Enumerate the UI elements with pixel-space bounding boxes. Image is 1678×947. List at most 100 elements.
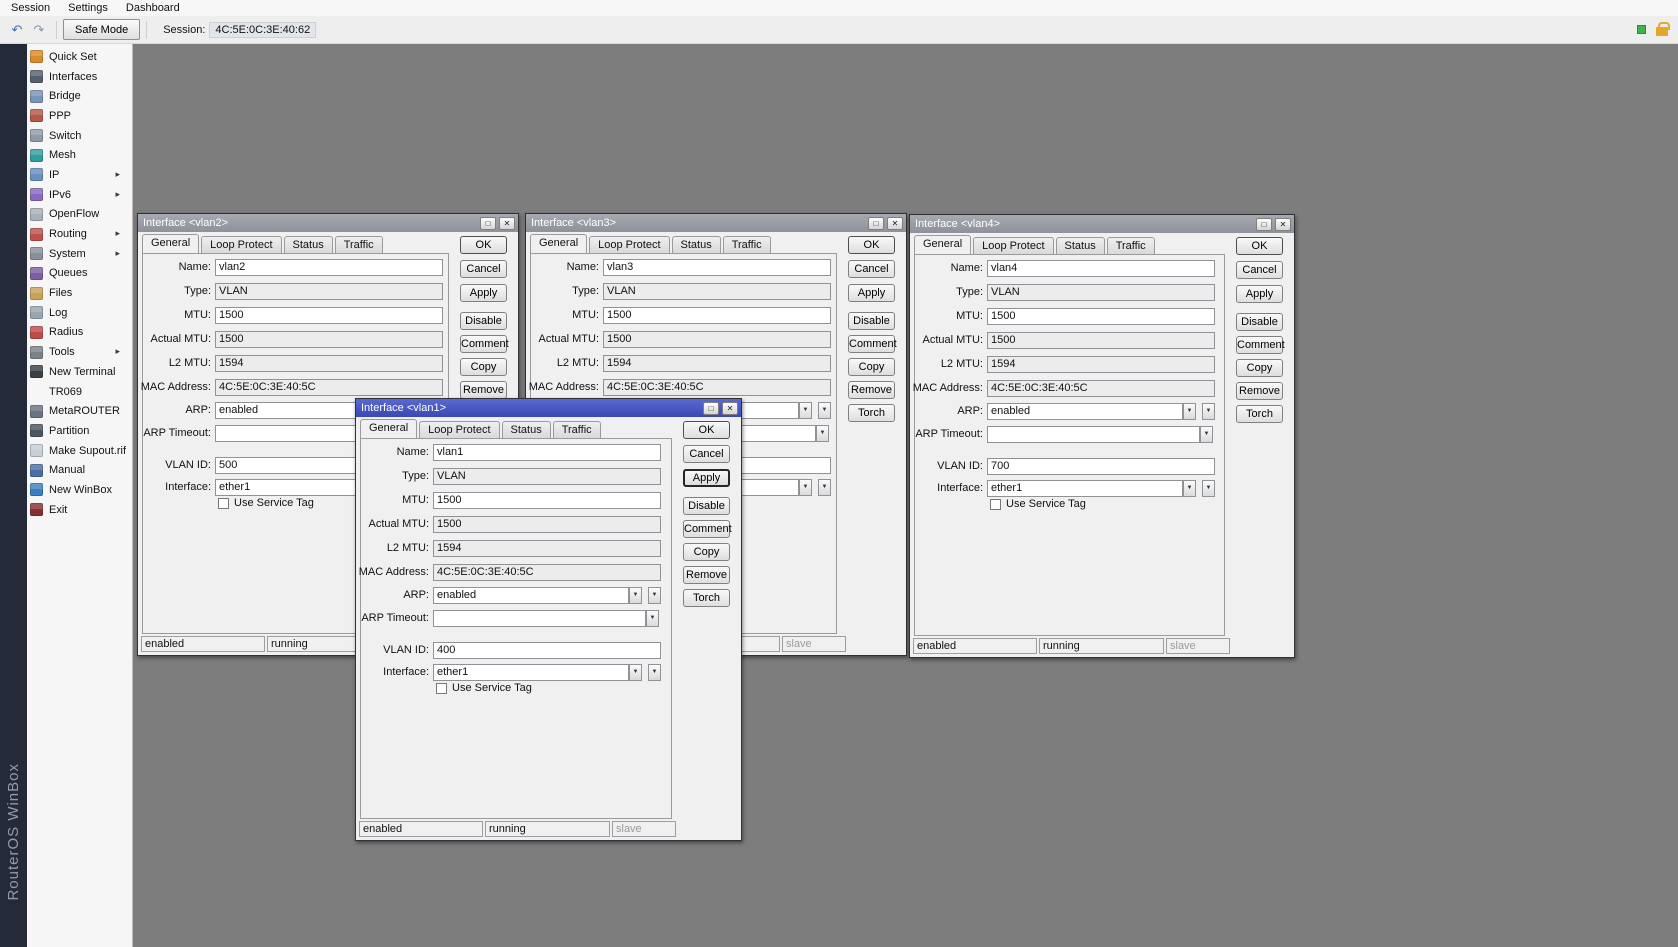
sidebar-item-bridge[interactable]: Bridge: [27, 86, 132, 106]
sidebar-item-new-winbox[interactable]: New WinBox: [27, 480, 132, 500]
cancel-button[interactable]: Cancel: [848, 260, 895, 278]
dialog-titlebar[interactable]: Interface <vlan1>□✕: [356, 399, 741, 417]
sidebar-item-exit[interactable]: Exit: [27, 500, 132, 520]
comment-button[interactable]: Comment: [1236, 336, 1283, 354]
ok-button[interactable]: OK: [1236, 237, 1283, 255]
copy-button[interactable]: Copy: [683, 543, 730, 561]
use-service-tag-checkbox[interactable]: [436, 683, 447, 694]
maximize-icon[interactable]: □: [868, 217, 884, 230]
comment-button[interactable]: Comment: [460, 335, 507, 353]
menu-item-session[interactable]: Session: [2, 1, 59, 15]
cancel-button[interactable]: Cancel: [683, 445, 730, 463]
copy-button[interactable]: Copy: [848, 358, 895, 376]
interface-dropdown-icon[interactable]: ▼: [1183, 480, 1196, 497]
tab-traffic[interactable]: Traffic: [335, 236, 383, 253]
tab-general[interactable]: General: [142, 234, 199, 253]
apply-button[interactable]: Apply: [683, 469, 730, 487]
vlan-id-field[interactable]: 400: [433, 642, 661, 659]
remove-button[interactable]: Remove: [1236, 382, 1283, 400]
disable-button[interactable]: Disable: [848, 312, 895, 330]
copy-button[interactable]: Copy: [460, 358, 507, 376]
arp-dropdown-icon[interactable]: ▼: [1183, 403, 1196, 420]
tab-loop-protect[interactable]: Loop Protect: [973, 237, 1053, 254]
interface-expand-button[interactable]: ▼: [648, 664, 661, 681]
sidebar-item-ip[interactable]: IP▸: [27, 165, 132, 185]
comment-button[interactable]: Comment: [683, 520, 730, 538]
comment-button[interactable]: Comment: [848, 335, 895, 353]
arp-timeout-dropdown-icon[interactable]: ▼: [1200, 426, 1213, 443]
name-field[interactable]: vlan3: [603, 259, 831, 276]
mtu-field[interactable]: 1500: [603, 307, 831, 324]
sidebar-item-tr069[interactable]: TR069: [27, 382, 132, 402]
interface-dropdown-icon[interactable]: ▼: [629, 664, 642, 681]
tab-status[interactable]: Status: [284, 236, 333, 253]
arp-dropdown-icon[interactable]: ▼: [629, 587, 642, 604]
close-icon[interactable]: ✕: [887, 217, 903, 230]
disable-button[interactable]: Disable: [460, 312, 507, 330]
name-field[interactable]: vlan2: [215, 259, 443, 276]
sidebar-item-manual[interactable]: Manual: [27, 460, 132, 480]
tab-traffic[interactable]: Traffic: [1107, 237, 1155, 254]
copy-button[interactable]: Copy: [1236, 359, 1283, 377]
maximize-icon[interactable]: □: [1256, 218, 1272, 231]
tab-loop-protect[interactable]: Loop Protect: [201, 236, 281, 253]
arp-timeout-select[interactable]: [987, 426, 1200, 443]
mtu-field[interactable]: 1500: [987, 308, 1215, 325]
interface-expand-button[interactable]: ▼: [818, 479, 831, 496]
tab-status[interactable]: Status: [502, 421, 551, 438]
sidebar-item-queues[interactable]: Queues: [27, 264, 132, 284]
tab-loop-protect[interactable]: Loop Protect: [589, 236, 669, 253]
disable-button[interactable]: Disable: [683, 497, 730, 515]
apply-button[interactable]: Apply: [460, 284, 507, 302]
ok-button[interactable]: OK: [460, 236, 507, 254]
ok-button[interactable]: OK: [683, 421, 730, 439]
safe-mode-button[interactable]: Safe Mode: [63, 19, 140, 40]
arp-expand-button[interactable]: ▼: [648, 587, 661, 604]
dialog-titlebar[interactable]: Interface <vlan3>□✕: [526, 214, 906, 232]
dialog-titlebar[interactable]: Interface <vlan4>□✕: [910, 215, 1294, 233]
sidebar-item-interfaces[interactable]: Interfaces: [27, 67, 132, 87]
interface-expand-button[interactable]: ▼: [1202, 480, 1215, 497]
sidebar-item-mesh[interactable]: Mesh: [27, 145, 132, 165]
menu-item-dashboard[interactable]: Dashboard: [117, 1, 189, 15]
apply-button[interactable]: Apply: [848, 284, 895, 302]
dialog-titlebar[interactable]: Interface <vlan2>□✕: [138, 214, 518, 232]
sidebar-item-files[interactable]: Files: [27, 283, 132, 303]
remove-button[interactable]: Remove: [460, 381, 507, 399]
tab-general[interactable]: General: [530, 234, 587, 253]
cancel-button[interactable]: Cancel: [460, 260, 507, 278]
vlan-id-field[interactable]: 700: [987, 458, 1215, 475]
tab-status[interactable]: Status: [1056, 237, 1105, 254]
cancel-button[interactable]: Cancel: [1236, 261, 1283, 279]
arp-select[interactable]: enabled: [433, 587, 629, 604]
undo-button[interactable]: ↶: [6, 20, 28, 40]
sidebar-item-system[interactable]: System▸: [27, 244, 132, 264]
ok-button[interactable]: OK: [848, 236, 895, 254]
close-icon[interactable]: ✕: [1275, 218, 1291, 231]
tab-loop-protect[interactable]: Loop Protect: [419, 421, 499, 438]
remove-button[interactable]: Remove: [683, 566, 730, 584]
sidebar-item-openflow[interactable]: OpenFlow: [27, 205, 132, 225]
menu-item-settings[interactable]: Settings: [59, 1, 117, 15]
torch-button[interactable]: Torch: [1236, 405, 1283, 423]
mtu-field[interactable]: 1500: [215, 307, 443, 324]
sidebar-item-ppp[interactable]: PPP: [27, 106, 132, 126]
remove-button[interactable]: Remove: [848, 381, 895, 399]
torch-button[interactable]: Torch: [683, 589, 730, 607]
tab-general[interactable]: General: [360, 419, 417, 438]
arp-select[interactable]: enabled: [987, 403, 1183, 420]
sidebar-item-quick-set[interactable]: Quick Set: [27, 47, 132, 67]
tab-status[interactable]: Status: [672, 236, 721, 253]
sidebar-item-new-terminal[interactable]: New Terminal: [27, 362, 132, 382]
arp-timeout-select[interactable]: [433, 610, 646, 627]
mtu-field[interactable]: 1500: [433, 492, 661, 509]
interface-select[interactable]: ether1: [433, 664, 629, 681]
sidebar-item-make-supout-rif[interactable]: Make Supout.rif: [27, 441, 132, 461]
close-icon[interactable]: ✕: [499, 217, 515, 230]
maximize-icon[interactable]: □: [480, 217, 496, 230]
arp-timeout-dropdown-icon[interactable]: ▼: [646, 610, 659, 627]
name-field[interactable]: vlan4: [987, 260, 1215, 277]
name-field[interactable]: vlan1: [433, 444, 661, 461]
arp-timeout-dropdown-icon[interactable]: ▼: [816, 425, 829, 442]
use-service-tag-checkbox[interactable]: [990, 499, 1001, 510]
